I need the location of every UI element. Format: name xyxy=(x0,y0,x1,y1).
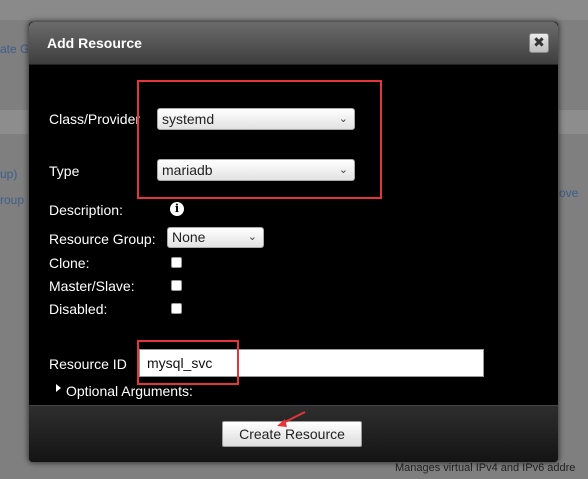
master-slave-label: Master/Slave: xyxy=(49,278,135,294)
master-slave-checkbox[interactable] xyxy=(171,280,182,291)
disabled-label: Disabled: xyxy=(49,301,108,317)
close-icon[interactable]: ✖ xyxy=(529,33,549,53)
info-icon[interactable]: i xyxy=(170,202,184,216)
clone-checkbox[interactable] xyxy=(171,257,182,268)
resource-group-label: Resource Group: xyxy=(49,231,156,247)
optional-arguments-toggle[interactable]: Optional Arguments: xyxy=(66,383,193,399)
dialog-title: Add Resource xyxy=(47,35,142,51)
disabled-checkbox[interactable] xyxy=(171,303,182,314)
bg-text-fragment: up) xyxy=(0,167,18,181)
resource-group-select[interactable]: None ⌄ xyxy=(167,227,264,248)
annotation-arrow-icon xyxy=(277,411,306,427)
annotation-highlight-box xyxy=(137,340,239,385)
clone-label: Clone: xyxy=(49,255,90,271)
bg-description-text: Manages virtual IPv4 and IPv6 addre xyxy=(395,462,576,474)
resource-id-label: Resource ID xyxy=(49,356,127,372)
expand-triangle-icon[interactable] xyxy=(56,384,61,392)
bg-link-fragment[interactable]: ate G xyxy=(0,42,29,56)
description-label: Description: xyxy=(49,202,123,218)
bg-text-fragment: roup xyxy=(0,193,25,207)
add-resource-dialog: Add Resource ✖ Class/Provider systemd ⌄ … xyxy=(28,21,559,463)
type-label: Type xyxy=(49,163,80,179)
chevron-down-icon: ⌄ xyxy=(247,231,257,243)
bg-link-fragment[interactable]: ove xyxy=(559,186,578,200)
class-provider-label: Class/Provider xyxy=(49,111,141,127)
resource-group-value: None xyxy=(172,229,206,245)
page-top-strip xyxy=(0,0,588,20)
dialog-titlebar: Add Resource ✖ xyxy=(29,22,558,65)
annotation-highlight-box xyxy=(137,80,382,199)
